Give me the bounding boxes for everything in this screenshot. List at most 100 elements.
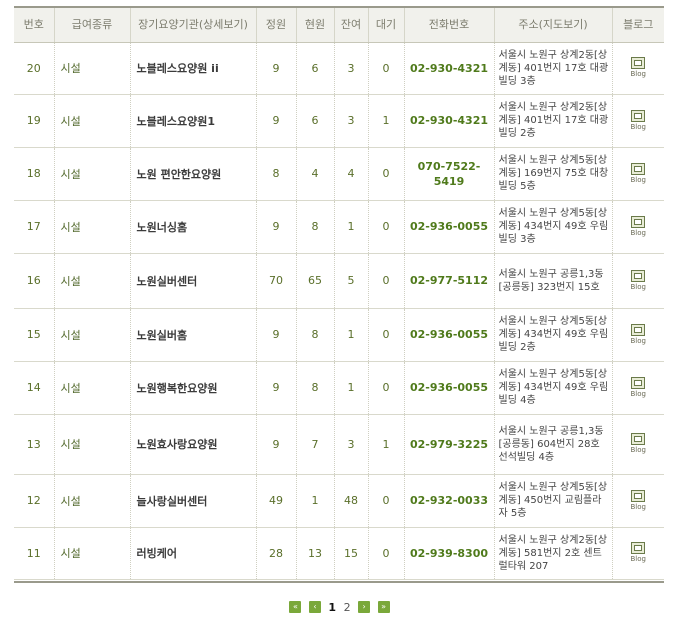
blog-link[interactable]: Blog xyxy=(631,433,646,454)
col-current: 현원 xyxy=(296,7,335,43)
row-remain: 3 xyxy=(334,414,369,475)
prev-page-button[interactable]: ‹ xyxy=(308,601,321,613)
blog-link[interactable]: Blog xyxy=(631,489,646,511)
blog-icon xyxy=(631,109,646,122)
row-tel: 02-936-0055 xyxy=(404,200,495,254)
blog-link[interactable]: Blog xyxy=(631,542,646,563)
first-page-button[interactable]: « xyxy=(289,601,302,613)
row-no: 20 xyxy=(14,42,55,95)
row-remain: 3 xyxy=(334,94,369,148)
blog-icon-label: Blog xyxy=(630,228,646,237)
row-kind: 시설 xyxy=(54,147,131,201)
facility-table-wrapper: 번호 급여종류 장기요양기관(상세보기) 정원 현원 잔여 대기 전화번호 주소… xyxy=(14,6,664,580)
blog-icon-label: Blog xyxy=(630,336,646,345)
table-row: 14 시설 노원행복한요양원 9 8 1 0 02-936-0055 서울시 노원구 상계5동[… xyxy=(14,361,664,415)
blog-link[interactable]: Blog xyxy=(631,162,646,184)
row-name[interactable]: 노블레스요양원1 xyxy=(130,94,257,148)
blog-icon xyxy=(631,162,646,175)
row-addr[interactable]: 서울시 노원구 상계5동[상계동] 434번지 49호 우림빌딩 3층 xyxy=(494,200,613,254)
table-row: 15 시설 노원실버홈 9 8 1 0 02-936-0055 서울시 노원구 상계5동[상계동… xyxy=(14,308,664,362)
row-tel: 02-930-4321 xyxy=(404,94,495,148)
row-remain: 15 xyxy=(334,527,369,580)
col-addr[interactable]: 주소(지도보기) xyxy=(494,7,613,43)
facility-table: 번호 급여종류 장기요양기관(상세보기) 정원 현원 잔여 대기 전화번호 주소… xyxy=(14,6,664,580)
blog-link[interactable]: Blog xyxy=(631,376,646,398)
pagination: « ‹ 1 2 › » xyxy=(0,600,679,614)
blog-icon xyxy=(631,542,646,554)
row-name[interactable]: 노원실버홈 xyxy=(130,308,257,362)
row-wait: 0 xyxy=(368,200,405,254)
row-capacity: 8 xyxy=(256,147,297,201)
blog-icon-label: Blog xyxy=(630,282,646,291)
row-wait: 0 xyxy=(368,361,405,415)
row-current: 7 xyxy=(296,414,335,475)
row-wait: 0 xyxy=(368,474,405,528)
row-kind: 시설 xyxy=(54,42,131,95)
row-tel: 070-7522-5419 xyxy=(404,147,495,201)
row-addr[interactable]: 서울시 노원구 상계2동[상계동] 401번지 17호 대광빌딩 2층 xyxy=(494,94,613,148)
table-row: 11 시설 러빙케어 28 13 15 0 02-939-8300 서울시 노원구 상계2동[상… xyxy=(14,527,664,580)
row-name[interactable]: 노원효사랑요양원 xyxy=(130,414,257,475)
row-no: 11 xyxy=(14,527,55,580)
row-name[interactable]: 노원실버센터 xyxy=(130,253,257,309)
row-no: 19 xyxy=(14,94,55,148)
table-row: 19 시설 노블레스요양원1 9 6 3 1 02-930-4321 서울시 노원구 상계2동[… xyxy=(14,94,664,148)
row-blog: Blog xyxy=(612,253,664,309)
table-row: 13 시설 노원효사랑요양원 9 7 3 1 02-979-3225 서울시 노원구 공릉1,3… xyxy=(14,414,664,475)
last-page-button[interactable]: » xyxy=(377,601,390,613)
row-no: 16 xyxy=(14,253,55,309)
row-name[interactable]: 노원 편안한요양원 xyxy=(130,147,257,201)
row-capacity: 70 xyxy=(256,253,297,309)
row-name[interactable]: 러빙케어 xyxy=(130,527,257,580)
blog-icon-label: Blog xyxy=(630,446,646,454)
row-addr[interactable]: 서울시 노원구 공릉1,3동[공릉동] 323번지 15호 xyxy=(494,253,613,309)
row-tel: 02-939-8300 xyxy=(404,527,495,580)
row-name[interactable]: 노블레스요양원 ii xyxy=(130,42,257,95)
table-header: 번호 급여종류 장기요양기관(상세보기) 정원 현원 잔여 대기 전화번호 주소… xyxy=(14,7,664,43)
blog-icon xyxy=(631,489,646,502)
row-tel: 02-932-0033 xyxy=(404,474,495,528)
row-addr[interactable]: 서울시 노원구 상계2동[상계동] 401번지 17호 대광빌딩 3층 xyxy=(494,42,613,95)
table-row: 12 시설 늘사랑실버센터 49 1 48 0 02-932-0033 서울시 노원구 상계5동… xyxy=(14,474,664,528)
blog-link[interactable]: Blog xyxy=(630,323,646,345)
page-2-link[interactable]: 2 xyxy=(344,601,351,614)
blog-link[interactable]: Blog xyxy=(630,215,646,237)
row-addr[interactable]: 서울시 노원구 상계5동[상계동] 434번지 49호 우림빌딩 4층 xyxy=(494,361,613,415)
table-body: 20 시설 노블레스요양원 ii 9 6 3 0 02-930-4321 서울시 노원구 상계2… xyxy=(14,42,664,580)
row-blog: Blog xyxy=(612,414,664,475)
row-addr[interactable]: 서울시 노원구 상계5동[상계동] 169번지 75호 대창빌딩 5층 xyxy=(494,147,613,201)
row-current: 6 xyxy=(296,42,335,95)
row-current: 8 xyxy=(296,308,335,362)
row-tel: 02-936-0055 xyxy=(404,308,495,362)
blog-link[interactable]: Blog xyxy=(630,269,646,291)
blog-link[interactable]: Blog xyxy=(631,109,646,131)
row-current: 13 xyxy=(296,527,335,580)
row-blog: Blog xyxy=(612,94,664,148)
row-remain: 1 xyxy=(334,361,369,415)
col-blog: 블로그 xyxy=(612,7,664,43)
row-name[interactable]: 노원행복한요양원 xyxy=(130,361,257,415)
row-blog: Blog xyxy=(612,474,664,528)
row-kind: 시설 xyxy=(54,361,131,415)
row-remain: 4 xyxy=(334,147,369,201)
row-name[interactable]: 노원너싱홈 xyxy=(130,200,257,254)
row-current: 6 xyxy=(296,94,335,148)
blog-icon xyxy=(631,323,646,336)
row-addr[interactable]: 서울시 노원구 상계5동[상계동] 450번지 교림플라자 5층 xyxy=(494,474,613,528)
page-1-link[interactable]: 1 xyxy=(328,601,336,614)
row-addr[interactable]: 서울시 노원구 공릉1,3동[공릉동] 604번지 28호 선석빌딩 4층 xyxy=(494,414,613,475)
row-kind: 시설 xyxy=(54,308,131,362)
row-addr[interactable]: 서울시 노원구 상계5동[상계동] 434번지 49호 우림빌딩 2층 xyxy=(494,308,613,362)
table-bottom-rule xyxy=(14,581,664,583)
row-addr[interactable]: 서울시 노원구 상계2동[상계동] 581번지 2호 센트럴타워 207 xyxy=(494,527,613,580)
row-kind: 시설 xyxy=(54,253,131,309)
row-kind: 시설 xyxy=(54,94,131,148)
row-capacity: 28 xyxy=(256,527,297,580)
blog-link[interactable]: Blog xyxy=(631,57,646,78)
next-page-button[interactable]: › xyxy=(358,601,371,613)
row-remain: 1 xyxy=(334,200,369,254)
row-current: 8 xyxy=(296,361,335,415)
row-tel: 02-979-3225 xyxy=(404,414,495,475)
row-name[interactable]: 늘사랑실버센터 xyxy=(130,474,257,528)
col-remain: 잔여 xyxy=(334,7,369,43)
